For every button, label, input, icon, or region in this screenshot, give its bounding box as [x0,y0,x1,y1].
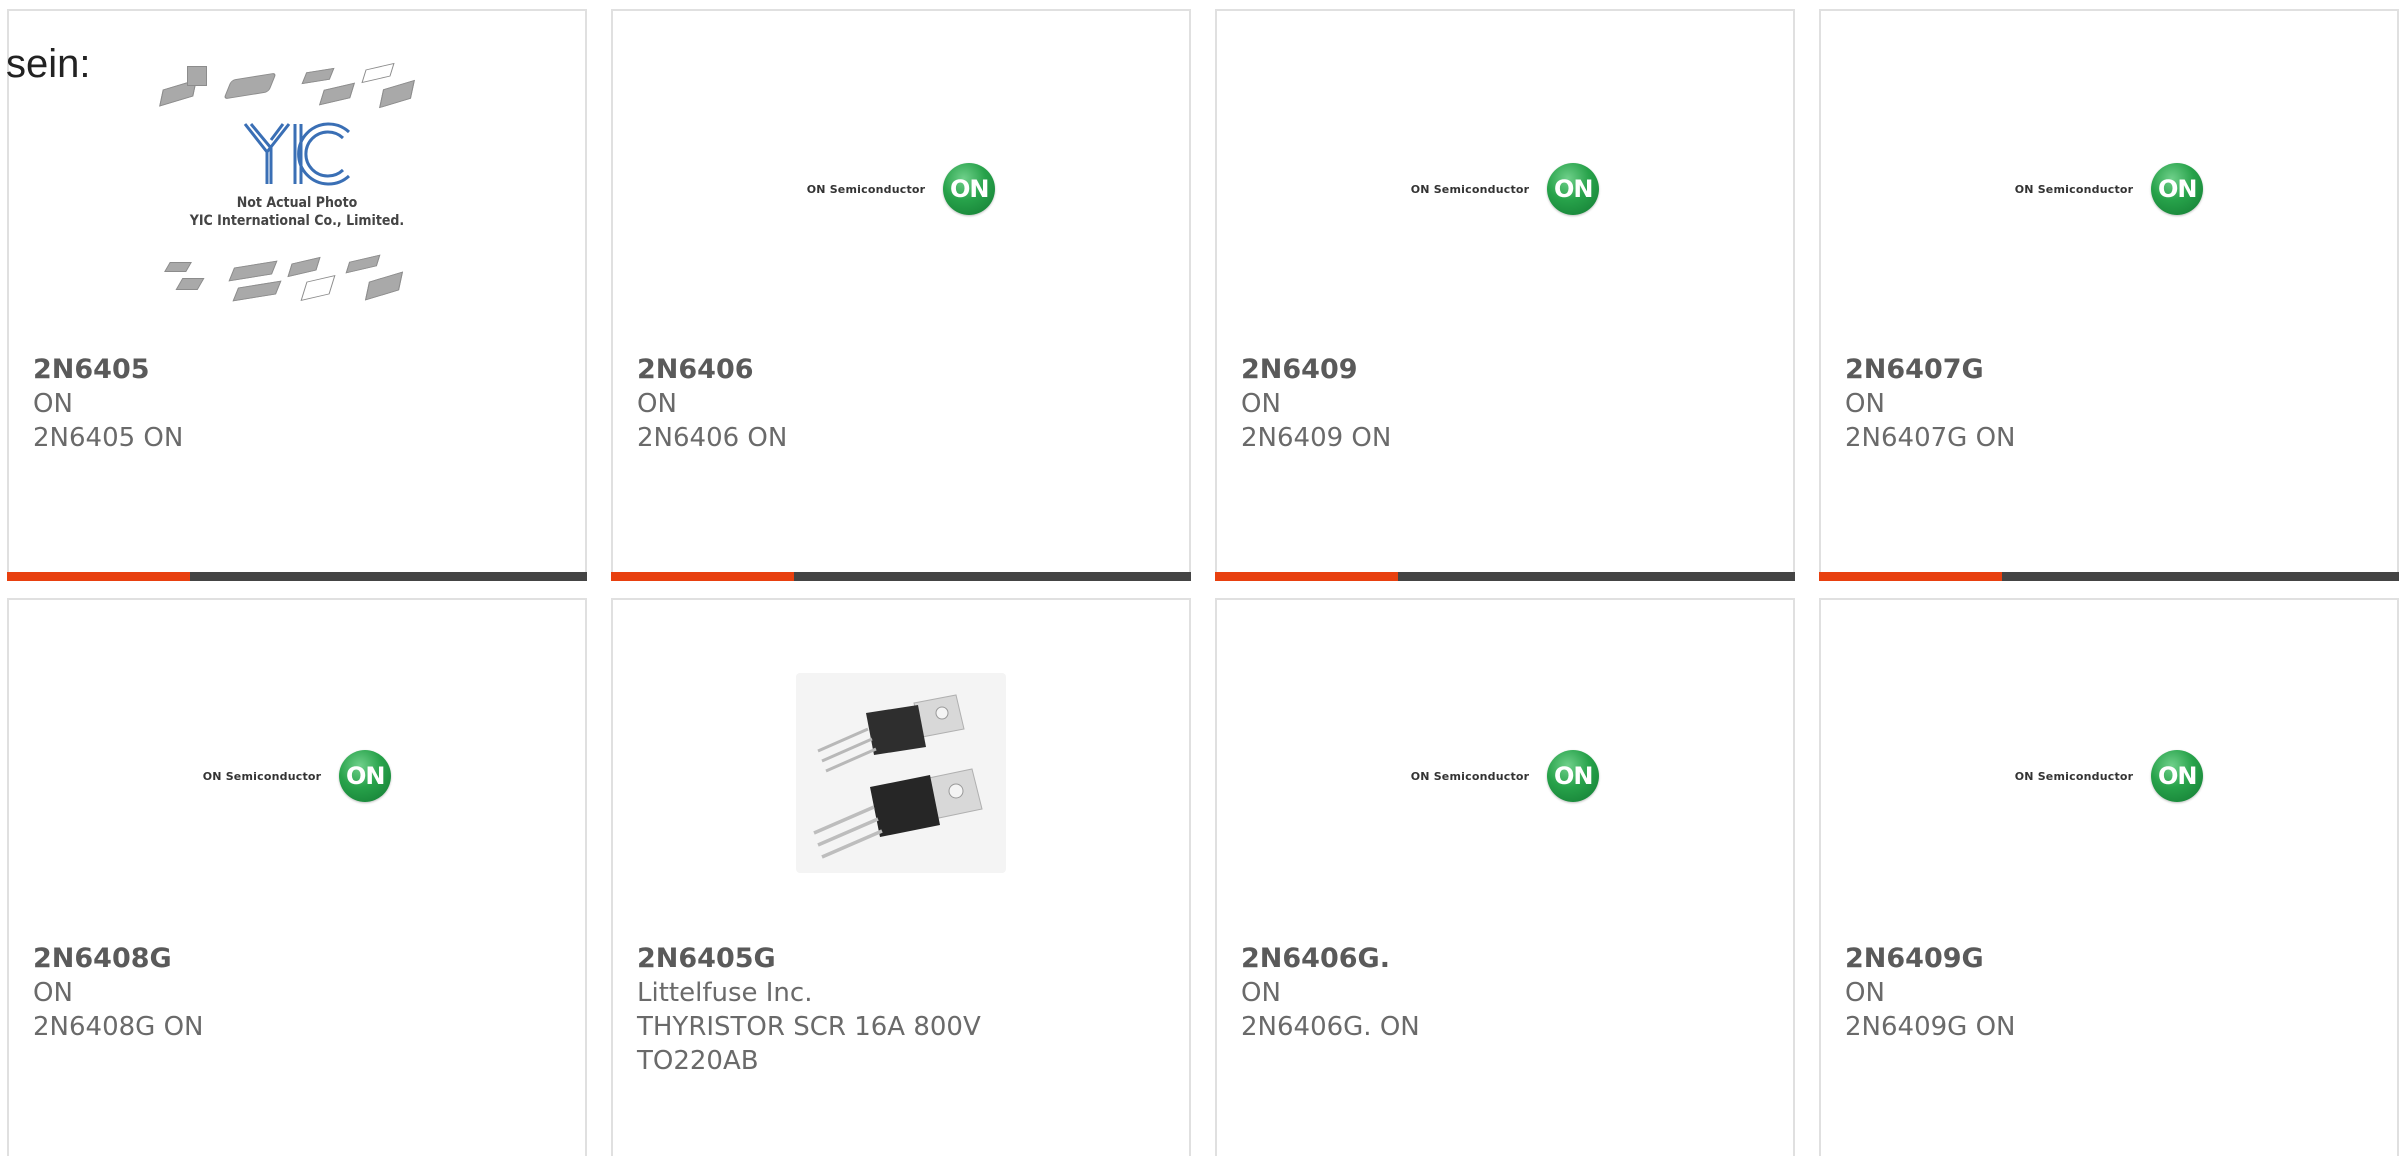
product-part-number[interactable]: 2N6407G [1845,353,2377,387]
on-semiconductor-logo: ON Semiconductor ON [1411,163,1600,215]
product-part-number[interactable]: 2N6409 [1241,353,1773,387]
product-part-number[interactable]: 2N6408G [33,942,565,976]
card-bottom-bar [7,572,587,581]
product-card[interactable]: Not Actual Photo YIC International Co., … [7,9,587,581]
card-bottom-bar [1819,572,2399,581]
product-part-number[interactable]: 2N6405 [33,353,565,387]
on-semiconductor-logo: ON Semiconductor ON [203,750,392,802]
on-badge-icon: ON [2151,163,2204,215]
product-card[interactable]: ON Semiconductor ON 2N6409 ON 2N6409 ON [1215,9,1795,581]
on-badge-icon: ON [1547,163,1600,215]
product-card[interactable]: ON Semiconductor ON 2N6408G ON 2N6408G O… [7,598,587,1156]
product-image[interactable]: ON Semiconductor ON [1217,11,1793,361]
product-part-number[interactable]: 2N6409G [1845,942,2377,976]
product-description: 2N6406 ON [637,423,788,453]
product-description: 2N6406G. ON [1241,1012,1420,1042]
product-image[interactable]: ON Semiconductor ON [1217,600,1793,946]
yic-placeholder-image: Not Actual Photo YIC International Co., … [157,62,437,306]
product-image[interactable]: ON Semiconductor ON [1821,11,2397,361]
product-card[interactable]: ON Semiconductor ON 2N6406 ON 2N6406 ON [611,9,1191,581]
on-badge-icon: ON [339,750,392,802]
product-manufacturer: ON [1845,978,1885,1008]
product-description: 2N6408G ON [33,1012,204,1042]
yic-logo-icon [243,122,351,186]
product-manufacturer: Littelfuse Inc. [637,978,813,1008]
product-manufacturer: ON [33,389,73,419]
product-image[interactable]: Not Actual Photo YIC International Co., … [9,11,585,361]
product-description: THYRISTOR SCR 16A 800V TO220AB [637,1012,981,1076]
yic-caption: Not Actual Photo YIC International Co., … [189,195,405,229]
page-label: sein: [6,42,91,86]
product-card[interactable]: ON Semiconductor ON 2N6409G ON 2N6409G O… [1819,598,2399,1156]
on-semiconductor-logo: ON Semiconductor ON [2015,750,2204,802]
product-description: 2N6407G ON [1845,423,2016,453]
product-image[interactable]: ON Semiconductor ON [9,600,585,946]
product-part-number[interactable]: 2N6405G [637,942,1169,976]
on-semiconductor-logo: ON Semiconductor ON [807,163,996,215]
product-description: 2N6409G ON [1845,1012,2016,1042]
product-manufacturer: ON [1241,978,1281,1008]
product-description: 2N6405 ON [33,423,184,453]
on-badge-icon: ON [2151,750,2204,802]
product-part-number[interactable]: 2N6406 [637,353,1169,387]
product-card[interactable]: ON Semiconductor ON 2N6406G. ON 2N6406G.… [1215,598,1795,1156]
product-manufacturer: ON [637,389,677,419]
on-badge-icon: ON [1547,750,1600,802]
product-image[interactable]: ON Semiconductor ON [613,11,1189,361]
product-card[interactable]: 2N6405G Littelfuse Inc. THYRISTOR SCR 16… [611,598,1191,1156]
product-image[interactable] [613,600,1189,946]
product-image[interactable]: ON Semiconductor ON [1821,600,2397,946]
on-semiconductor-logo: ON Semiconductor ON [2015,163,2204,215]
to220-thyristor-photo [796,673,1006,873]
product-card[interactable]: ON Semiconductor ON 2N6407G ON 2N6407G O… [1819,9,2399,581]
product-manufacturer: ON [1241,389,1281,419]
card-bottom-bar [611,572,1191,581]
card-bottom-bar [1215,572,1795,581]
on-badge-icon: ON [943,163,996,215]
product-manufacturer: ON [1845,389,1885,419]
product-description: 2N6409 ON [1241,423,1392,453]
product-manufacturer: ON [33,978,73,1008]
product-part-number[interactable]: 2N6406G. [1241,942,1773,976]
on-semiconductor-logo: ON Semiconductor ON [1411,750,1600,802]
product-grid: Not Actual Photo YIC International Co., … [0,0,2400,1156]
